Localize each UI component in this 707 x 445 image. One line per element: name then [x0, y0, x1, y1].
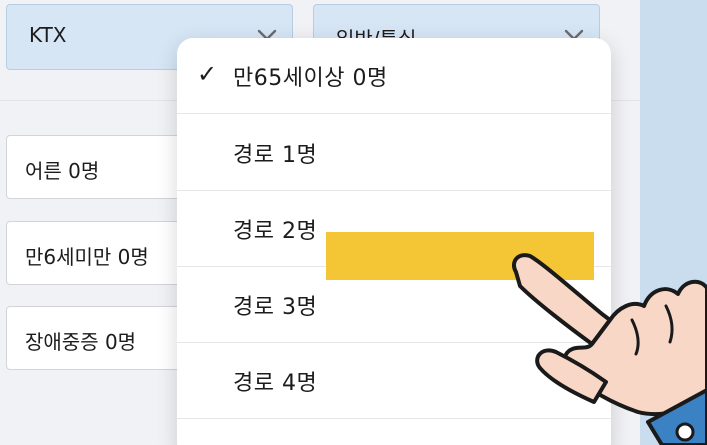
child-under6-count-label: 만6세미만 0명	[25, 245, 149, 269]
child-under6-count-field[interactable]: 만6세미만 0명	[6, 221, 206, 285]
disabled-severe-count-label: 장애중증 0명	[25, 330, 137, 354]
option-label: 경로 4명	[233, 371, 318, 396]
option-label: 만65세이상 0명	[233, 66, 388, 91]
checkmark-icon: ✓	[197, 60, 218, 88]
adult-count-label: 어른 0명	[25, 159, 100, 183]
adult-count-field[interactable]: 어른 0명	[6, 135, 206, 199]
disabled-severe-count-field[interactable]: 장애중증 0명	[6, 306, 206, 370]
option-label: 경로 3명	[233, 295, 318, 320]
pointing-hand-icon	[511, 253, 707, 445]
dropdown-option[interactable]: 경로 1명	[177, 115, 611, 191]
train-type-value: KTX	[29, 23, 67, 47]
option-label: 경로 2명	[233, 219, 318, 244]
option-label: 경로 1명	[233, 143, 318, 168]
dropdown-option-selected[interactable]: ✓ 만65세이상 0명	[177, 38, 611, 114]
